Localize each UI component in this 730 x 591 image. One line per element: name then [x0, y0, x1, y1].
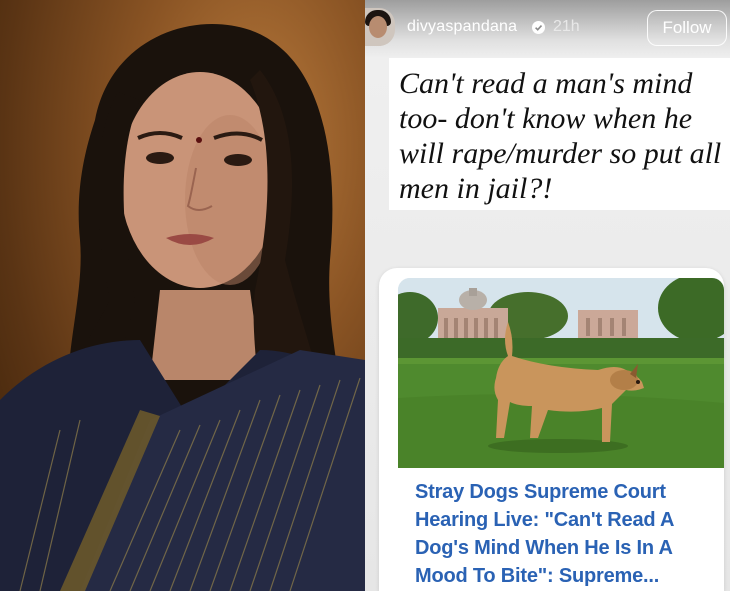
quote-card: Can't read a man's mind too- don't know … [389, 58, 730, 210]
instagram-story: divyaspandana 21h Follow Can't read a ma… [365, 0, 730, 591]
portrait-photo [0, 0, 365, 591]
verified-badge-icon [532, 21, 545, 34]
article-card[interactable]: Stray Dogs Supreme Court Hearing Live: "… [379, 268, 724, 591]
dog-on-lawn-illustration [398, 278, 724, 468]
article-headline[interactable]: Stray Dogs Supreme Court Hearing Live: "… [415, 478, 715, 590]
portrait-illustration [0, 24, 365, 591]
username[interactable]: divyaspandana [407, 18, 517, 36]
avatar-face [369, 16, 387, 38]
story-header: divyaspandana 21h Follow [365, 0, 730, 58]
avatar[interactable] [365, 8, 395, 46]
timestamp: 21h [553, 18, 580, 35]
follow-button[interactable]: Follow [647, 10, 727, 46]
article-image [398, 278, 724, 468]
quote-text: Can't read a man's mind too- don't know … [399, 67, 722, 205]
